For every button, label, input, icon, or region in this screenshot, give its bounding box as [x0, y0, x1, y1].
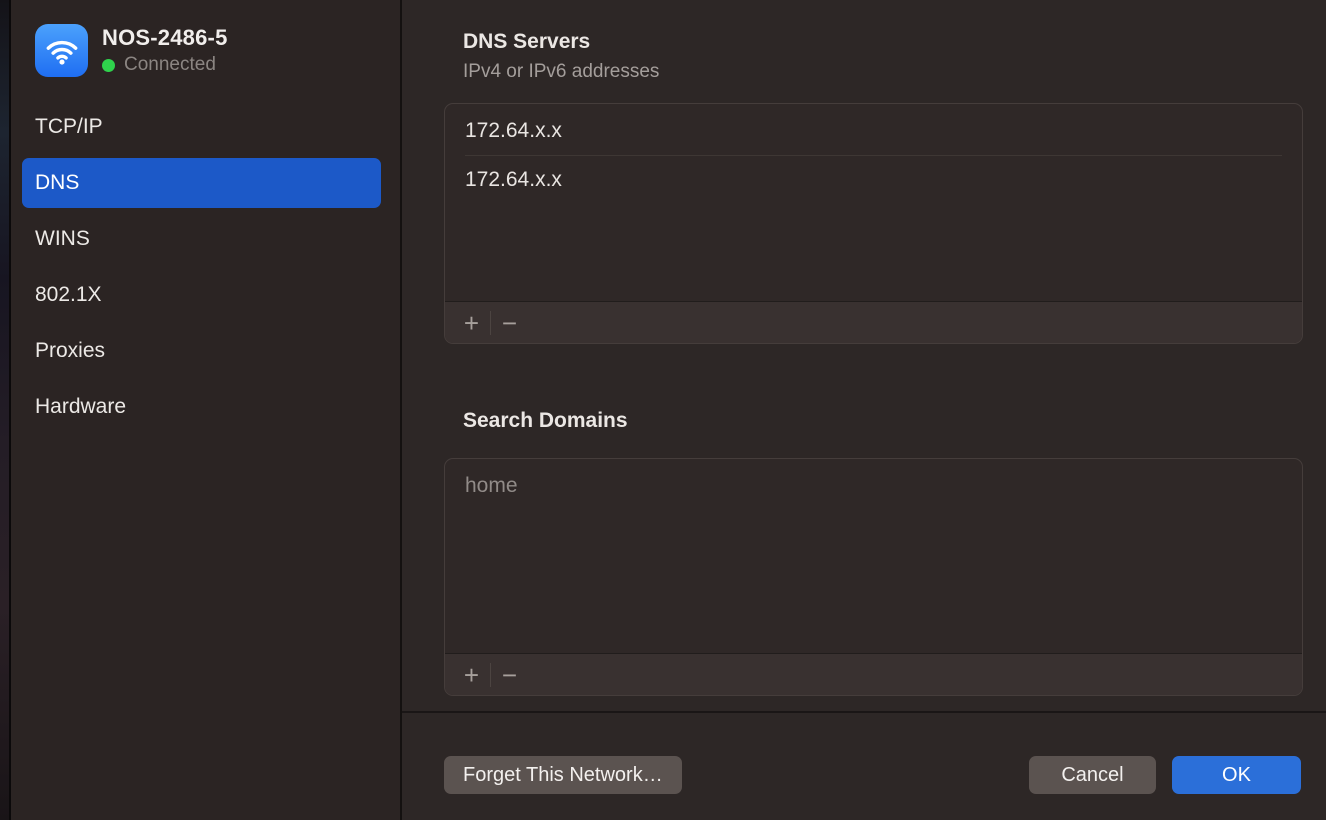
- network-header: NOS-2486-5 Connected: [35, 24, 228, 77]
- dns-server-address: 172.64.x.x: [465, 168, 562, 191]
- sidebar: NOS-2486-5 Connected TCP/IP DNS WINS 802…: [11, 0, 400, 820]
- sidebar-item-label: TCP/IP: [35, 115, 103, 138]
- status-label: Connected: [124, 54, 216, 76]
- dns-servers-listbox: 172.64.x.x 172.64.x.x + −: [444, 103, 1303, 344]
- add-dns-server-button[interactable]: +: [453, 303, 490, 343]
- dns-servers-list: 172.64.x.x 172.64.x.x: [445, 104, 1302, 301]
- sidebar-item-label: Proxies: [35, 339, 105, 362]
- dns-servers-subtitle: IPv4 or IPv6 addresses: [463, 61, 659, 83]
- sidebar-item-label: 802.1X: [35, 283, 102, 306]
- main-panel: DNS Servers IPv4 or IPv6 addresses 172.6…: [402, 0, 1326, 820]
- sidebar-item-label: DNS: [35, 171, 79, 194]
- dns-server-address: 172.64.x.x: [465, 119, 562, 142]
- cancel-button[interactable]: Cancel: [1029, 756, 1156, 794]
- search-domain-value: home: [465, 474, 518, 497]
- search-domain-row[interactable]: home: [465, 462, 1282, 510]
- remove-search-domain-button[interactable]: −: [491, 655, 528, 695]
- footer-divider: [402, 711, 1326, 713]
- sidebar-item[interactable]: Proxies: [22, 326, 381, 376]
- remove-dns-server-button[interactable]: −: [491, 303, 528, 343]
- sidebar-item-label: WINS: [35, 227, 90, 250]
- dns-server-row[interactable]: 172.64.x.x: [465, 155, 1282, 203]
- network-status: Connected: [102, 54, 228, 76]
- wifi-details-dialog: { "connection": { "name": "NOS-2486-5", …: [0, 0, 1326, 820]
- sidebar-nav: TCP/IP DNS WINS 802.1X Proxies Hardware: [22, 102, 381, 432]
- forget-network-button[interactable]: Forget This Network…: [444, 756, 682, 794]
- network-info: NOS-2486-5 Connected: [102, 25, 228, 76]
- wifi-icon: [35, 24, 88, 77]
- search-domains-listbox: home + −: [444, 458, 1303, 696]
- dialog-actions: Cancel OK: [1029, 756, 1301, 794]
- add-search-domain-button[interactable]: +: [453, 655, 490, 695]
- sidebar-item[interactable]: 802.1X: [22, 270, 381, 320]
- connected-dot-icon: [102, 59, 115, 72]
- dns-server-row[interactable]: 172.64.x.x: [465, 107, 1282, 155]
- search-domains-toolbar: + −: [445, 653, 1302, 695]
- sidebar-item[interactable]: DNS: [22, 158, 381, 208]
- search-domains-title: Search Domains: [463, 409, 628, 433]
- dns-servers-toolbar: + −: [445, 301, 1302, 343]
- dns-servers-title: DNS Servers: [463, 30, 590, 54]
- sidebar-item[interactable]: WINS: [22, 214, 381, 264]
- desktop-edge: [0, 0, 9, 820]
- sidebar-item-label: Hardware: [35, 395, 126, 418]
- network-name: NOS-2486-5: [102, 25, 228, 51]
- sidebar-item[interactable]: Hardware: [22, 382, 381, 432]
- search-domains-list: home: [445, 459, 1302, 653]
- sidebar-item[interactable]: TCP/IP: [22, 102, 381, 152]
- ok-button[interactable]: OK: [1172, 756, 1301, 794]
